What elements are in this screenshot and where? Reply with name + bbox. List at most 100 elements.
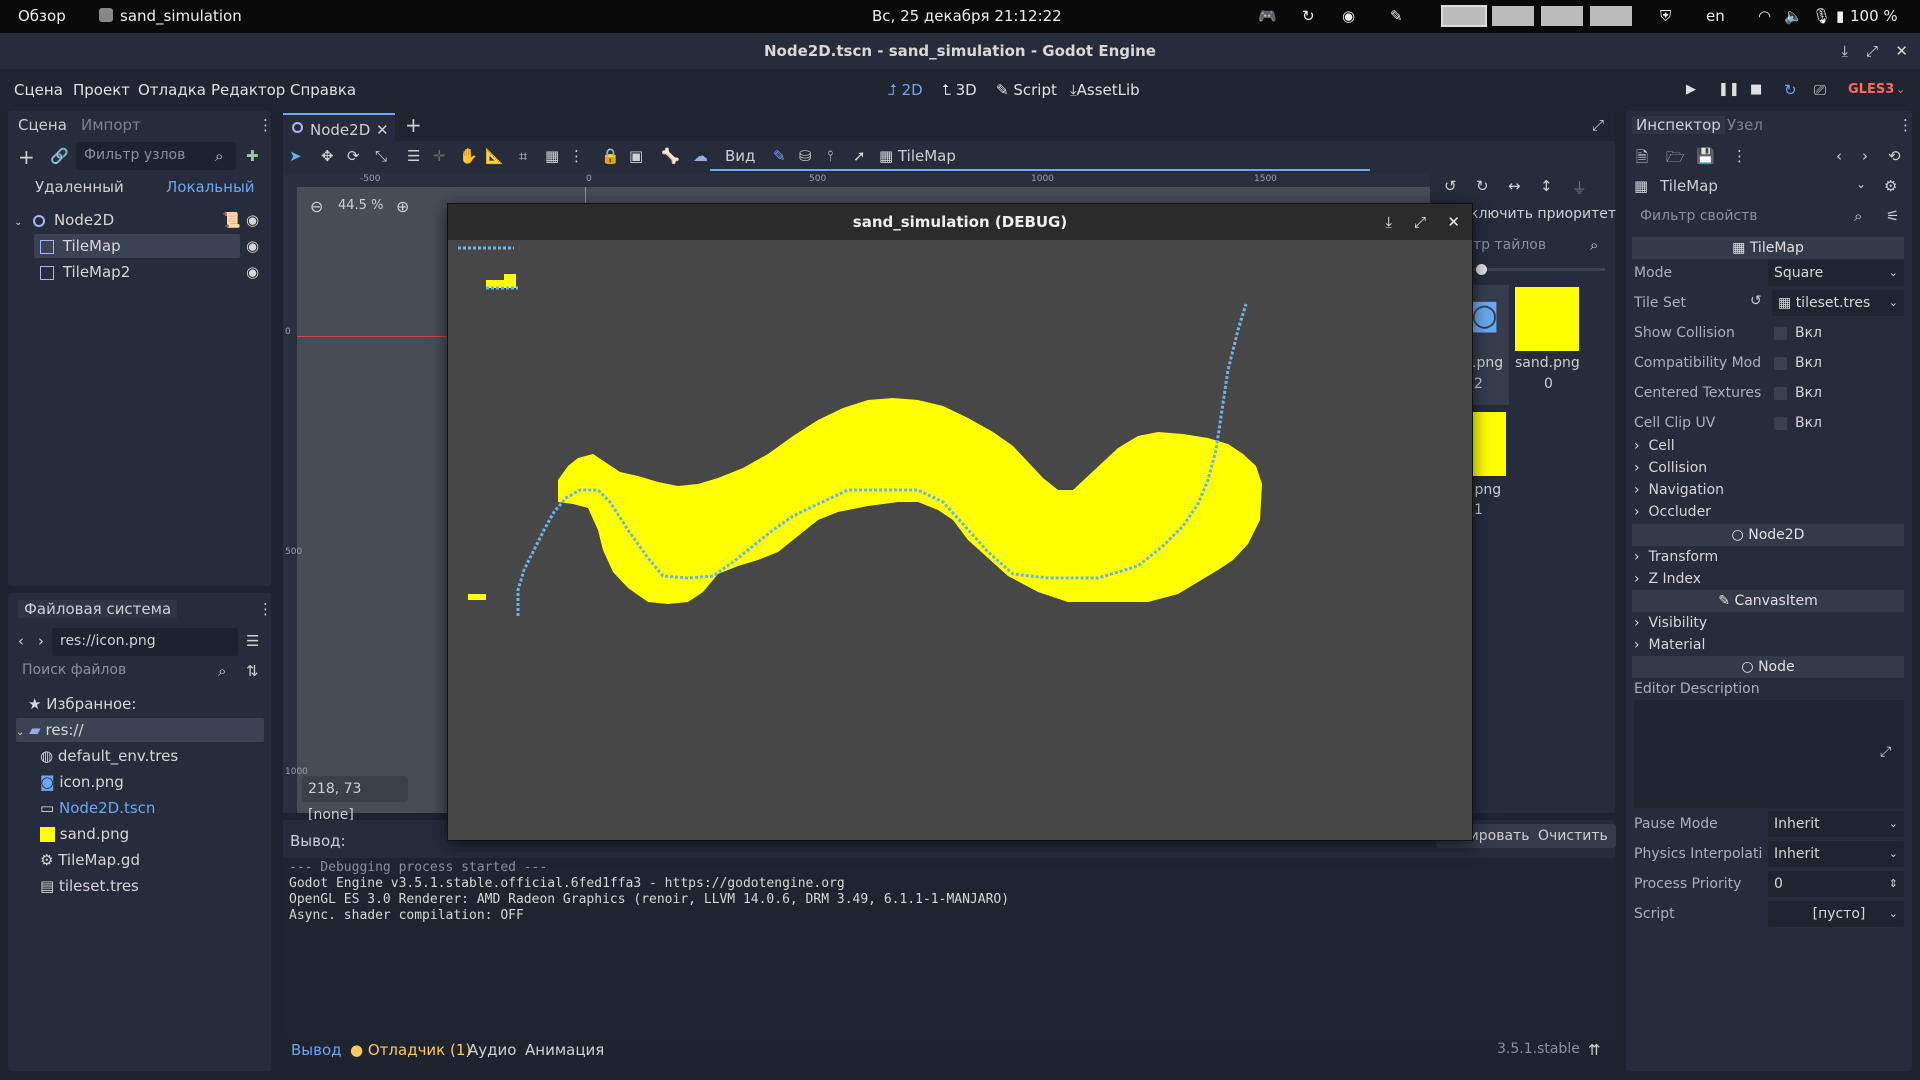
tile-preview[interactable] bbox=[1472, 412, 1506, 476]
battery-level[interactable]: 100 % bbox=[1850, 7, 1898, 25]
dock-menu-icon[interactable]: ⋮ bbox=[1898, 116, 1913, 134]
workspace-2[interactable] bbox=[1492, 6, 1534, 26]
tree-node-node2d[interactable]: ⌄ Node2D 📜 ◉ bbox=[14, 208, 264, 232]
back-icon[interactable]: ‹ bbox=[18, 632, 24, 650]
movie-icon[interactable]: ⎚ bbox=[1814, 69, 1826, 111]
section-node2d[interactable]: ○ Node2D bbox=[1632, 524, 1904, 546]
wifi-icon[interactable]: ◠ bbox=[1758, 7, 1771, 25]
sand-canvas[interactable] bbox=[448, 240, 1472, 840]
distraction-free-icon[interactable]: ⤢ bbox=[1592, 116, 1604, 134]
menu-project[interactable]: Проект bbox=[73, 69, 130, 111]
tab-import[interactable]: Импорт bbox=[81, 116, 141, 134]
open-folder-icon[interactable]: 🗁 bbox=[1666, 147, 1685, 172]
object-props-icon[interactable]: ⚙ bbox=[1884, 177, 1897, 195]
minimize-icon[interactable]: ⤓ bbox=[1385, 204, 1392, 240]
pause-button[interactable]: ❚❚ bbox=[1718, 69, 1740, 111]
debug-window-titlebar[interactable]: sand_simulation (DEBUG) ⤓ ⤢ ✕ bbox=[448, 204, 1472, 240]
group-icon[interactable]: ▣ bbox=[629, 147, 643, 165]
debug-game-window[interactable]: sand_simulation (DEBUG) ⤓ ⤢ ✕ bbox=[447, 203, 1473, 841]
menu-editor[interactable]: Редактор bbox=[211, 69, 285, 111]
close-icon[interactable]: ✕ bbox=[376, 121, 389, 139]
workspace-3[interactable] bbox=[1541, 6, 1583, 26]
visibility-eye-icon[interactable]: ◉ bbox=[246, 208, 259, 232]
battery-icon[interactable]: ▮ bbox=[1836, 7, 1844, 25]
visibility-eye-icon[interactable]: ◉ bbox=[246, 260, 259, 284]
smart-snap-icon[interactable]: ⌗ bbox=[519, 147, 527, 165]
attach-script-icon[interactable]: ✚ bbox=[246, 147, 259, 165]
snap-options-icon[interactable]: ⋮ bbox=[569, 147, 584, 165]
rotate-right-icon[interactable]: ↻ bbox=[1476, 177, 1489, 195]
tile-filter-input[interactable]: тр тайлов bbox=[1465, 232, 1605, 260]
history-icon[interactable]: ⟲ bbox=[1888, 147, 1901, 165]
collapse-panel-icon[interactable]: ⇈ bbox=[1588, 1041, 1601, 1059]
history-forward-icon[interactable]: › bbox=[1862, 147, 1868, 165]
sand-tile-preview[interactable] bbox=[1515, 287, 1579, 351]
mode-3d-button[interactable]: ⮤ 3D bbox=[942, 69, 977, 111]
expand-textarea-icon[interactable]: ⤢ bbox=[1880, 744, 1891, 760]
more-options-icon[interactable]: ⋮ bbox=[1732, 147, 1747, 165]
rotate-tool-icon[interactable]: ⟳ bbox=[347, 147, 360, 165]
editor-description-textarea[interactable] bbox=[1634, 700, 1904, 808]
flip-h-icon[interactable]: ↔ bbox=[1508, 177, 1521, 195]
colorpicker-icon[interactable]: ✎ bbox=[1390, 7, 1403, 25]
prop-show-collision-checkbox[interactable]: Вкл bbox=[1768, 320, 1904, 346]
tab-animation[interactable]: Анимация bbox=[525, 1041, 604, 1059]
tab-inspector[interactable]: Инспектор bbox=[1632, 116, 1725, 134]
view-menu[interactable]: Вид bbox=[725, 147, 755, 165]
mode-2d-button[interactable]: ⮥ 2D bbox=[888, 69, 923, 111]
prop-physics-select[interactable]: Inherit ⌄ bbox=[1768, 841, 1904, 867]
paint-tool-icon[interactable]: ✎ bbox=[773, 147, 786, 165]
clear-transform-icon[interactable]: ⏚ bbox=[1572, 177, 1587, 198]
mode-script-button[interactable]: ✎ Script bbox=[996, 69, 1057, 111]
tilemap-menu[interactable]: ▦ TileMap bbox=[879, 147, 956, 165]
favorites-item[interactable]: ★ Избранное: bbox=[28, 692, 136, 716]
group-zindex[interactable]: › Z Index bbox=[1634, 568, 1701, 590]
tab-output[interactable]: Вывод bbox=[291, 1041, 342, 1059]
menu-debug[interactable]: Отладка bbox=[138, 69, 206, 111]
group-transform[interactable]: › Transform bbox=[1634, 546, 1718, 568]
flip-v-icon[interactable]: ↕ bbox=[1540, 177, 1553, 195]
microphone-icon[interactable]: 🎙 bbox=[1812, 7, 1831, 25]
lock-icon[interactable]: 🔒 bbox=[601, 147, 620, 165]
eyedropper-icon[interactable]: ⫯ bbox=[827, 147, 834, 165]
prop-compat-checkbox[interactable]: Вкл bbox=[1768, 350, 1904, 376]
add-node-icon[interactable]: + bbox=[18, 145, 35, 169]
mode-assetlib-button[interactable]: ⤓AssetLib bbox=[1070, 69, 1140, 111]
prop-mode-select[interactable]: Square ⌄ bbox=[1768, 260, 1904, 286]
minimize-icon[interactable]: ⤓ bbox=[1841, 33, 1848, 69]
play-button[interactable]: ▶ bbox=[1686, 69, 1696, 111]
prop-centered-checkbox[interactable]: Вкл bbox=[1768, 380, 1904, 406]
path-field[interactable]: res://icon.png bbox=[52, 628, 238, 656]
section-node[interactable]: ○ Node bbox=[1632, 656, 1904, 678]
menu-help[interactable]: Справка bbox=[290, 69, 356, 111]
zoom-level[interactable]: 44.5 % bbox=[338, 198, 383, 213]
rotate-left-icon[interactable]: ↺ bbox=[1444, 177, 1457, 195]
priority-toggle[interactable]: ключить приоритет bbox=[1470, 206, 1616, 222]
script-attached-icon[interactable]: 📜 bbox=[222, 208, 241, 232]
section-canvasitem[interactable]: ✎ CanvasItem bbox=[1632, 590, 1904, 612]
overview-button[interactable]: Обзор bbox=[18, 7, 66, 25]
sync-icon[interactable]: ↻ bbox=[1302, 7, 1315, 25]
group-cell[interactable]: › Cell bbox=[1634, 435, 1675, 457]
tree-node-tilemap2[interactable]: TileMap2 bbox=[34, 260, 240, 284]
output-log[interactable]: --- Debugging process started --- Godot … bbox=[283, 858, 1615, 1038]
file-item[interactable]: ⚙ TileMap.gd bbox=[40, 848, 140, 872]
file-item[interactable]: ◍ default_env.tres bbox=[40, 744, 178, 768]
save-icon[interactable]: 💾 bbox=[1696, 147, 1715, 165]
tab-debugger[interactable]: ● Отладчик (1) bbox=[350, 1041, 471, 1059]
prop-tileset-resource[interactable]: ▦ tileset.tres ⌄ bbox=[1772, 290, 1904, 316]
bone-icon[interactable]: 🦴 bbox=[661, 147, 680, 165]
chevron-down-icon[interactable]: ⌄ bbox=[1896, 69, 1905, 111]
file-item[interactable]: ▤ tileset.tres bbox=[40, 874, 139, 898]
discord-icon[interactable]: ◉ bbox=[1342, 7, 1355, 25]
prop-priority-spinbox[interactable]: 0 ⇕ bbox=[1768, 871, 1904, 897]
forward-icon[interactable]: › bbox=[38, 632, 44, 650]
prop-pause-select[interactable]: Inherit ⌄ bbox=[1768, 811, 1904, 837]
file-item[interactable]: ◙ icon.png bbox=[40, 770, 124, 794]
maximize-icon[interactable]: ⤢ bbox=[1414, 204, 1426, 240]
tab-audio[interactable]: Аудио bbox=[468, 1041, 516, 1059]
workspace-4[interactable] bbox=[1590, 6, 1632, 26]
property-filter-input[interactable]: Фильтр свойств bbox=[1632, 203, 1876, 231]
dock-menu-icon[interactable]: ⋮ bbox=[258, 116, 273, 134]
prop-script-resource[interactable]: [пусто] ⌄ bbox=[1768, 901, 1904, 927]
